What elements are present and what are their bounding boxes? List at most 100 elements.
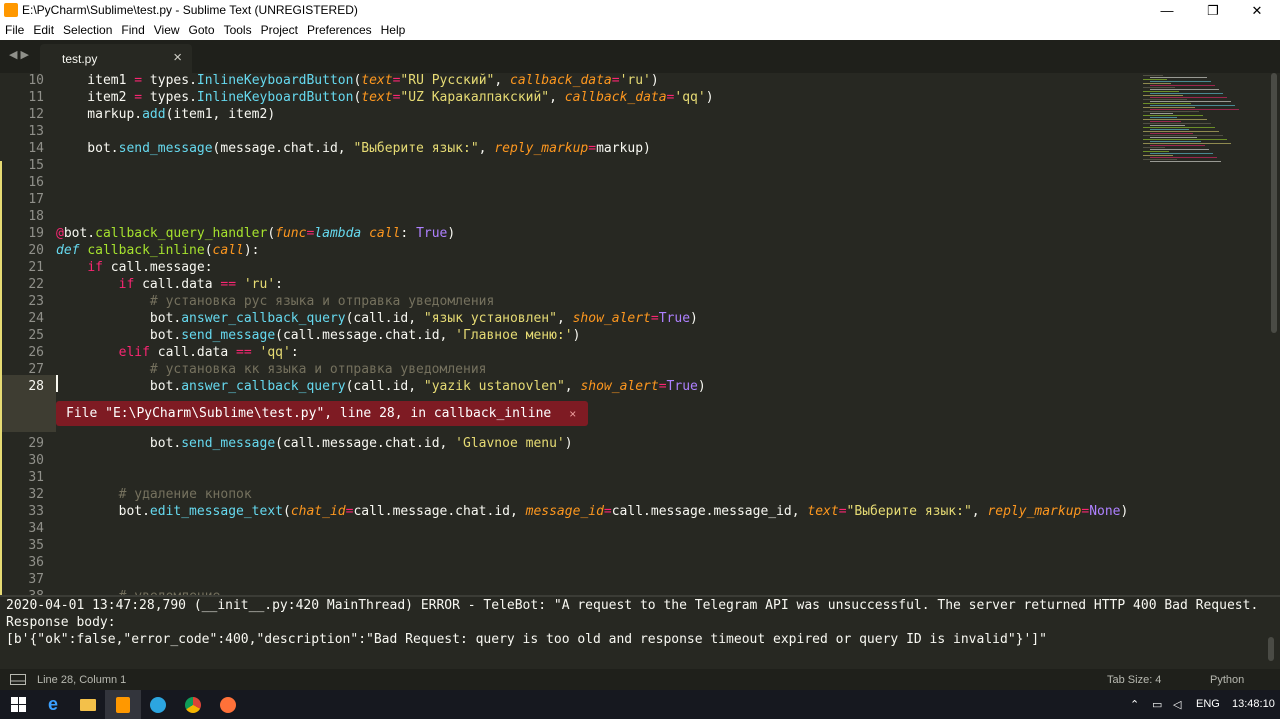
- clock[interactable]: 13:48:10: [1232, 698, 1275, 710]
- code-line: item1 = types.InlineKeyboardButton(text=…: [56, 73, 659, 88]
- minimize-button[interactable]: —: [1144, 0, 1190, 21]
- taskbar-explorer[interactable]: [70, 690, 106, 719]
- syntax-name[interactable]: Python: [1210, 674, 1244, 686]
- minimap-line: [1143, 99, 1187, 100]
- telegram-icon: [150, 696, 166, 713]
- code-line: if call.data == 'ru':: [118, 277, 283, 292]
- menu-file[interactable]: File: [0, 21, 28, 40]
- minimap-line: [1150, 125, 1185, 126]
- minimap-line: [1150, 77, 1207, 78]
- line-number: 29: [28, 436, 44, 451]
- minimap-line: [1143, 143, 1231, 144]
- menu-project[interactable]: Project: [256, 21, 302, 40]
- error-phantom-close-icon[interactable]: ×: [569, 407, 576, 421]
- tab-close-icon[interactable]: ×: [173, 49, 182, 66]
- taskbar-firefox[interactable]: [210, 690, 246, 719]
- menu-help[interactable]: Help: [376, 21, 410, 40]
- console-line: [b'{"ok":false,"error_code":400,"descrip…: [6, 632, 1047, 647]
- minimap-line: [1143, 147, 1165, 148]
- minimap[interactable]: [1143, 73, 1271, 183]
- minimap-line: [1150, 121, 1181, 122]
- close-window-button[interactable]: ✕: [1234, 0, 1280, 21]
- minimap-line: [1143, 127, 1215, 128]
- line-number: 12: [28, 107, 44, 122]
- minimap-line: [1143, 159, 1177, 160]
- error-phantom-text: File "E:\PyCharm\Sublime\test.py", line …: [66, 406, 552, 421]
- taskbar-sublime[interactable]: [105, 690, 141, 719]
- minimap-line: [1150, 149, 1209, 150]
- line-number: 18: [28, 209, 44, 224]
- code-line: @bot.callback_query_handler(func=lambda …: [56, 226, 456, 241]
- taskbar-chrome[interactable]: [175, 690, 211, 719]
- start-button[interactable]: [0, 690, 36, 719]
- minimap-line: [1143, 103, 1191, 104]
- line-number: 31: [28, 470, 44, 485]
- code-line: item2 = types.InlineKeyboardButton(text=…: [56, 90, 714, 105]
- minimap-line: [1150, 81, 1211, 82]
- code-line: bot.answer_callback_query(call.id, "язык…: [56, 311, 698, 326]
- menu-selection[interactable]: Selection: [58, 21, 116, 40]
- network-icon[interactable]: ▭: [1152, 698, 1162, 711]
- edge-icon: e: [47, 694, 58, 714]
- code-line: def callback_inline(call):: [56, 243, 260, 258]
- line-number: 32: [28, 487, 44, 502]
- minimap-line: [1143, 91, 1179, 92]
- tab-size[interactable]: Tab Size: 4: [1107, 674, 1161, 686]
- taskbar-telegram[interactable]: [140, 690, 176, 719]
- code-editor[interactable]: 10 item1 = types.InlineKeyboardButton(te…: [0, 73, 1280, 595]
- minimap-line: [1150, 137, 1197, 138]
- code-line: markup.add(item1, item2): [56, 107, 276, 122]
- taskbar-edge[interactable]: e: [35, 690, 71, 719]
- code-line: elif call.data == 'qq':: [118, 345, 299, 360]
- line-number: 22: [28, 277, 44, 292]
- windows-taskbar: e ⌃ ▭ ◁ ENG 13:48:10: [0, 690, 1280, 719]
- minimap-line: [1150, 93, 1223, 94]
- line-number: 21: [28, 260, 44, 275]
- volume-icon[interactable]: ◁: [1173, 698, 1181, 711]
- panel-toggle-icon[interactable]: [10, 674, 26, 685]
- minimap-line: [1150, 109, 1239, 110]
- menu-goto[interactable]: Goto: [184, 21, 219, 40]
- output-console[interactable]: 2020-04-01 13:47:28,790 (__init__.py:420…: [0, 595, 1280, 669]
- minimap-line: [1150, 105, 1235, 106]
- tab-test-py[interactable]: test.py ×: [40, 44, 192, 73]
- code-line: bot.answer_callback_query(call.id, "yazi…: [56, 379, 706, 394]
- code-line: # установка рус языка и отправка уведомл…: [149, 294, 495, 309]
- tab-nav-arrows-icon[interactable]: ◀▶: [9, 48, 32, 61]
- minimap-line: [1143, 119, 1207, 120]
- line-number: 23: [28, 294, 44, 309]
- minimap-line: [1143, 123, 1211, 124]
- line-number: 37: [28, 572, 44, 587]
- minimap-line: [1150, 117, 1177, 118]
- line-number: 24: [28, 311, 44, 326]
- minimap-line: [1150, 153, 1213, 154]
- line-number: 25: [28, 328, 44, 343]
- minimap-line: [1143, 155, 1173, 156]
- menu-preferences[interactable]: Preferences: [302, 21, 376, 40]
- menu-edit[interactable]: Edit: [28, 21, 58, 40]
- line-number: 15: [28, 158, 44, 173]
- minimap-line: [1150, 97, 1227, 98]
- minimap-line: [1143, 111, 1199, 112]
- input-language[interactable]: ENG: [1196, 698, 1220, 710]
- window-titlebar[interactable]: E:\PyCharm\Sublime\test.py - Sublime Tex…: [0, 0, 1280, 21]
- firefox-icon: [220, 696, 236, 713]
- editor-scrollbar[interactable]: [1271, 73, 1277, 333]
- minimap-line: [1143, 135, 1223, 136]
- menu-view[interactable]: View: [149, 21, 184, 40]
- menu-find[interactable]: Find: [116, 21, 148, 40]
- line-number: 14: [28, 141, 44, 156]
- line-number: 36: [28, 555, 44, 570]
- code-line: # удаление кнопок: [118, 487, 252, 502]
- tray-chevron-icon[interactable]: ⌃: [1130, 698, 1139, 711]
- minimap-line: [1143, 115, 1203, 116]
- console-scrollbar[interactable]: [1268, 637, 1274, 661]
- minimap-line: [1143, 83, 1171, 84]
- code-line: bot.send_message(call.message.chat.id, '…: [56, 436, 573, 451]
- maximize-button[interactable]: ❐: [1190, 0, 1236, 21]
- line-number: 33: [28, 504, 44, 519]
- menu-tools[interactable]: Tools: [219, 21, 256, 40]
- line-number: 17: [28, 192, 44, 207]
- tab-label: test.py: [62, 52, 98, 66]
- minimap-line: [1143, 139, 1227, 140]
